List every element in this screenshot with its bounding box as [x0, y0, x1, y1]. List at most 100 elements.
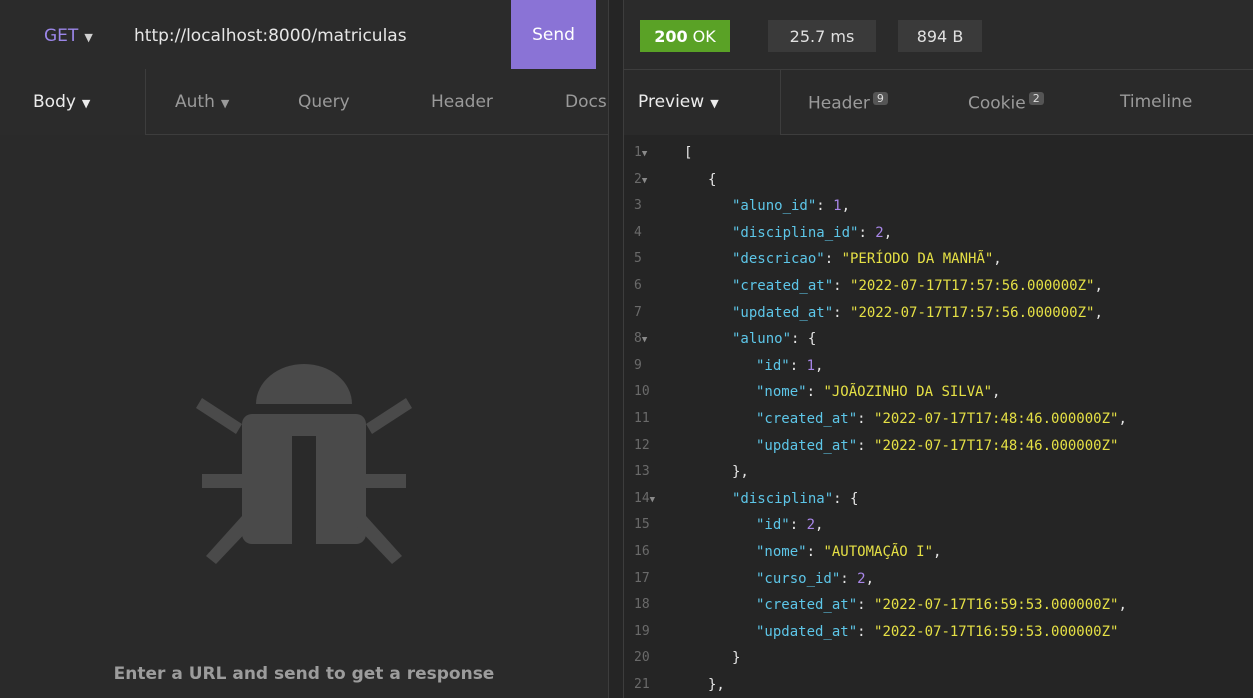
json-punctuation: : — [789, 517, 807, 534]
code-text: "id": 1, — [756, 358, 823, 374]
json-punctuation: : — [806, 384, 824, 401]
code-text: "created_at": "2022-07-17T17:57:56.00000… — [732, 278, 1103, 294]
json-punctuation: : — [789, 357, 807, 374]
json-key: "curso_id" — [756, 570, 841, 587]
fold-arrow-icon[interactable]: ▼ — [650, 495, 655, 505]
json-punctuation: , — [841, 198, 851, 215]
json-punctuation: , — [883, 224, 893, 241]
line-number: 1▼ — [634, 145, 648, 160]
line-number: 14▼ — [634, 490, 656, 506]
code-text: { — [708, 172, 716, 188]
json-punctuation: } — [732, 650, 741, 667]
line-number: 21 — [634, 677, 650, 692]
json-key: "aluno_id" — [732, 198, 817, 215]
tab-docs[interactable]: Docs — [565, 92, 608, 112]
chevron-down-icon: ▼ — [220, 97, 230, 110]
tab-auth-label: Auth — [175, 92, 215, 112]
json-string: "2022-07-17T17:48:46.000000Z" — [874, 411, 1119, 427]
json-string: "2022-07-17T17:48:46.000000Z" — [874, 437, 1119, 454]
fold-arrow-icon[interactable]: ▼ — [642, 335, 647, 345]
json-key: "aluno" — [732, 331, 792, 348]
tab-timeline[interactable]: Timeline — [1120, 92, 1192, 112]
code-text: "created_at": "2022-07-17T17:48:46.00000… — [756, 411, 1127, 427]
tab-body[interactable]: Body ▼ — [33, 92, 90, 112]
tab-header[interactable]: Header — [431, 92, 493, 112]
line-number: 11 — [634, 411, 650, 426]
tab-cookie-label: Cookie — [968, 93, 1026, 114]
code-text: "descricao": "PERÍODO DA MANHÃ", — [732, 251, 1002, 267]
cookie-count-badge: 2 — [1028, 92, 1044, 105]
chevron-down-icon: ▼ — [710, 97, 719, 110]
tab-cookie[interactable]: Cookie 2 — [968, 92, 1044, 114]
code-text: }, — [732, 464, 749, 480]
method-selector[interactable]: GET ▼ — [44, 26, 93, 46]
line-number: 13 — [634, 464, 650, 480]
line-number: 15 — [634, 517, 650, 533]
json-string: "2022-07-17T16:59:53.000000Z" — [874, 597, 1119, 614]
json-key: "disciplina" — [732, 490, 834, 507]
json-punctuation: , — [993, 251, 1002, 268]
send-button[interactable]: Send — [511, 0, 596, 69]
json-punctuation: : — [857, 411, 875, 427]
json-key: "created_at" — [732, 278, 834, 294]
code-text: "disciplina_id": 2, — [732, 225, 892, 241]
json-key: "created_at" — [756, 597, 858, 614]
fold-arrow-icon[interactable]: ▼ — [642, 176, 647, 186]
tab-auth[interactable]: Auth ▼ — [175, 92, 229, 112]
tab-preview-label: Preview — [638, 92, 705, 112]
json-key: "nome" — [756, 384, 807, 401]
pane-splitter[interactable] — [608, 0, 624, 698]
json-punctuation: , — [815, 357, 824, 374]
json-string: "2022-07-17T17:57:56.000000Z" — [850, 278, 1095, 294]
json-punctuation: : { — [791, 331, 817, 348]
line-number: 10 — [634, 384, 650, 400]
line-number: 3 — [634, 198, 642, 214]
json-string: "2022-07-17T17:57:56.000000Z" — [850, 304, 1095, 321]
json-punctuation: , — [1094, 278, 1103, 294]
json-preview: 1▼[2▼{3 "aluno_id": 1, 4 "disciplina_id": 2… — [624, 135, 1253, 698]
json-punctuation: , — [992, 384, 1001, 401]
response-time: 25.7 ms — [768, 20, 876, 52]
line-number: 5 — [634, 251, 642, 267]
line-number: 17 — [634, 570, 650, 586]
json-punctuation: , — [865, 570, 875, 587]
code-text: "id": 2, — [756, 517, 823, 533]
json-key: "nome" — [756, 544, 807, 560]
code-text: } — [732, 650, 740, 666]
json-string: "AUTOMAÇÃO I" — [823, 544, 934, 560]
line-number: 4 — [634, 224, 642, 240]
line-number: 18 — [634, 597, 650, 613]
chevron-down-icon: ▼ — [84, 31, 93, 44]
json-number: 2 — [857, 570, 866, 587]
code-text: "aluno": { — [732, 331, 816, 347]
json-punctuation: : — [857, 623, 875, 640]
code-text: "curso_id": 2, — [756, 571, 874, 587]
tab-query[interactable]: Query — [298, 92, 350, 112]
url-input[interactable]: http://localhost:8000/matriculas — [134, 26, 407, 46]
json-number: 2 — [806, 517, 816, 534]
json-punctuation: : — [806, 544, 824, 560]
line-number: 19 — [634, 623, 650, 639]
status-badge: 200 OK — [640, 20, 730, 52]
line-number: 6 — [634, 278, 642, 293]
line-number: 2▼ — [634, 171, 648, 187]
chevron-down-icon: ▼ — [81, 97, 91, 110]
json-punctuation: : — [833, 304, 851, 321]
line-number: 16 — [634, 544, 650, 559]
json-punctuation: { — [708, 171, 717, 188]
json-number: 1 — [806, 357, 816, 374]
code-text: "nome": "JOÃOZINHO DA SILVA", — [756, 384, 1000, 400]
empty-state-message: Enter a URL and send to get a response — [113, 664, 495, 684]
bug-icon — [196, 364, 412, 564]
json-punctuation: [ — [684, 145, 693, 161]
json-punctuation: : — [816, 198, 834, 215]
tab-response-header[interactable]: Header 9 — [808, 92, 888, 114]
line-number: 20 — [634, 650, 650, 666]
fold-arrow-icon[interactable]: ▼ — [642, 149, 647, 159]
code-text: "aluno_id": 1, — [732, 198, 850, 214]
status-text: OK — [692, 26, 716, 46]
tab-preview[interactable]: Preview ▼ — [638, 92, 719, 112]
json-punctuation: : — [833, 278, 851, 294]
code-text: "updated_at": "2022-07-17T17:48:46.00000… — [756, 438, 1118, 454]
response-size: 894 B — [898, 20, 982, 52]
